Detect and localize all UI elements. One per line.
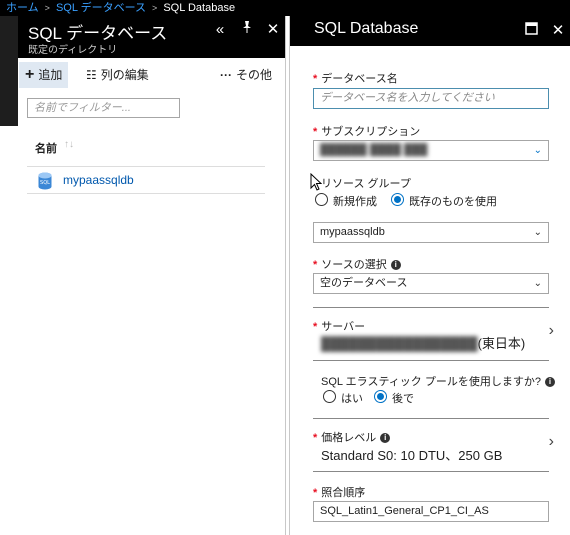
chevron-down-icon: ⌄ [533,145,542,156]
mouse-cursor-icon [310,173,322,191]
ellipsis-icon: ··· [220,68,232,82]
breadcrumb-current: SQL Database [163,2,236,14]
source-label: * ソースの選択 i [313,256,401,272]
pricing-label-text: 価格レベル [321,432,377,444]
section-divider [313,418,549,419]
svg-text:SQL: SQL [40,180,50,186]
required-marker: * [313,126,318,138]
server-label-text: サーバー [321,321,366,333]
subscription-select[interactable]: ██████ ████ ███ ⌄ [313,140,549,161]
add-label: 追加 [38,68,63,82]
radio-elastic-later-label: 後で [392,393,414,405]
db-name-label-text: データベース名 [321,73,398,85]
chevron-right-icon[interactable]: › [549,433,554,451]
chevron-right-icon: > [152,3,158,13]
chevron-down-icon: ⌄ [533,278,542,289]
source-label-text: ソースの選択 [321,259,387,271]
close-icon[interactable]: ✕ [548,21,568,41]
background-page-strip [0,16,18,126]
radio-create-new-label: 新規作成 [333,196,377,208]
info-icon[interactable]: i [380,433,391,444]
info-icon[interactable]: i [544,377,555,388]
required-marker: * [313,259,318,271]
right-blade-header: SQL Database ✕ [290,16,570,46]
add-button[interactable]: + 追加 [19,62,69,88]
radio-elastic-yes[interactable] [323,390,336,403]
database-name-link[interactable]: mypaassqldb [63,173,134,187]
chevron-right-icon[interactable]: › [549,322,554,340]
elastic-pool-label: SQL エラスティック プールを使用しますか? i [321,373,555,389]
server-region: (東日本) [477,336,526,351]
sort-icon[interactable]: ↑↓ [64,139,74,150]
close-icon[interactable]: ✕ [263,20,283,40]
radio-elastic-later[interactable] [374,390,387,403]
subscription-label-text: サブスクリプション [321,126,421,138]
breadcrumb: ホーム > SQL データベース > SQL Database [0,0,570,16]
resource-group-label: リソース グループ [321,178,411,190]
radio-create-new[interactable] [315,193,328,206]
chevron-down-icon: ⌄ [533,227,542,238]
pricing-value[interactable]: Standard S0: 10 DTU、250 GB [321,445,502,464]
breadcrumb-home[interactable]: ホーム [6,2,39,14]
chevron-right-icon: > [44,3,50,13]
columns-icon: ☷ [86,68,97,82]
maximize-icon[interactable] [521,21,541,41]
left-blade-header: SQL データベース 既定のディレクトリ « ✕ [18,16,285,58]
more-button[interactable]: ··· その他 [214,62,278,88]
pricing-label: * 価格レベル i [313,429,391,445]
edit-columns-label: 列の編集 [100,68,149,82]
filter-input[interactable]: 名前でフィルター... [27,98,180,118]
pin-icon[interactable] [237,20,257,40]
info-icon[interactable]: i [390,260,401,271]
collation-label-text: 照合順序 [321,487,366,499]
subscription-value-redacted: ██████ ████ ███ [320,144,428,156]
source-value: 空のデータベース [320,277,408,289]
right-blade-title: SQL Database [314,20,419,37]
more-label: その他 [236,68,273,82]
required-marker: * [313,487,318,499]
sql-database-create-blade: SQL Database ✕ * データベース名 データベース名を入力してください… [289,16,570,535]
radio-use-existing[interactable] [391,193,404,206]
section-divider [313,307,549,308]
sql-database-icon: SQL [38,172,52,190]
elastic-pool-label-text: SQL エラスティック プールを使用しますか? [321,376,541,388]
db-name-input[interactable]: データベース名を入力してください [313,88,549,109]
source-select[interactable]: 空のデータベース ⌄ [313,273,549,294]
section-divider [313,360,549,361]
radio-use-existing-label: 既存のものを使用 [409,196,497,208]
collapse-icon[interactable]: « [210,20,230,40]
sql-databases-blade: SQL データベース 既定のディレクトリ « ✕ + 追加 ☷ 列の編集 ··· その… [18,16,286,535]
list-item[interactable]: SQL mypaassqldb [27,167,265,194]
column-header-name[interactable]: 名前 [35,140,57,156]
collation-label: * 照合順序 [313,484,365,500]
server-name-redacted: █████████████████ [321,336,478,351]
section-divider [313,471,549,472]
required-marker: * [313,73,318,85]
edit-columns-button[interactable]: ☷ 列の編集 [80,62,155,88]
breadcrumb-sql-databases[interactable]: SQL データベース [56,2,146,14]
left-blade-subtitle: 既定のディレクトリ [28,45,118,56]
radio-elastic-yes-label: はい [341,393,363,405]
server-label: * サーバー [313,318,365,334]
db-name-label: * データベース名 [313,70,398,86]
resource-group-value: mypaassqldb [320,226,385,238]
server-value[interactable]: █████████████████(東日本) [321,333,525,352]
collation-input[interactable]: SQL_Latin1_General_CP1_CI_AS [313,501,549,522]
subscription-label: * サブスクリプション [313,123,420,139]
resource-group-select[interactable]: mypaassqldb ⌄ [313,222,549,243]
required-marker: * [313,432,318,444]
required-marker: * [313,321,318,333]
command-bar: + 追加 ☷ 列の編集 ··· その他 [18,58,286,91]
plus-icon: + [25,66,35,83]
